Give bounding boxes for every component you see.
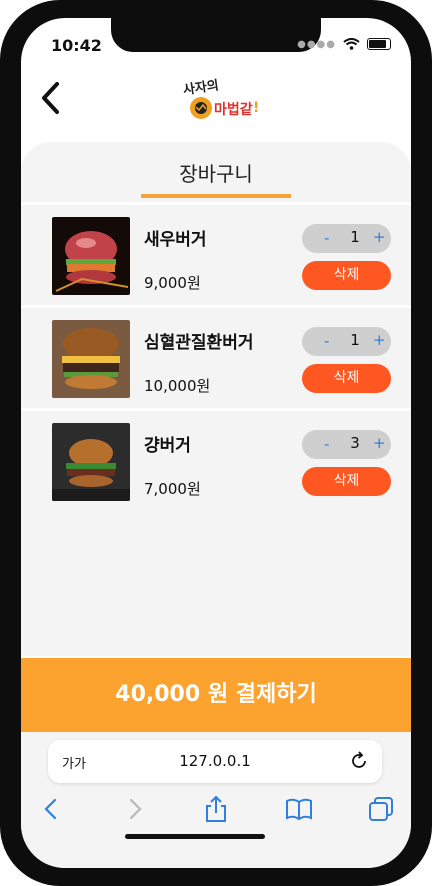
browser-bar: 가가 127.0.0.1: [21, 732, 411, 868]
wifi-icon: [343, 38, 360, 50]
item-name: 걍버거: [144, 436, 191, 456]
svg-text:마법같: 마법같: [214, 101, 253, 118]
back-icon[interactable]: [37, 794, 67, 824]
delete-button[interactable]: 삭제: [302, 261, 391, 290]
item-price: 7,000원: [144, 480, 201, 498]
decrease-button[interactable]: -: [324, 435, 329, 453]
delete-button[interactable]: 삭제: [302, 467, 391, 496]
increase-button[interactable]: +: [373, 434, 386, 452]
status-icons: ●●●●: [297, 38, 391, 50]
tabs-icon[interactable]: [366, 794, 396, 824]
phone-frame: 10:42 ●●●● 사자의 마법같 ! 장바구니 새우버거 9,000원 - …: [0, 0, 432, 886]
burger-image: [52, 320, 130, 398]
quantity-stepper: - 1 +: [302, 224, 391, 253]
item-price: 9,000원: [144, 274, 201, 292]
item-name: 심혈관질환버거: [144, 333, 254, 353]
bookmarks-icon[interactable]: [284, 794, 314, 824]
svg-text:사자의: 사자의: [182, 77, 220, 98]
battery-icon: [367, 38, 391, 50]
cart-list: 새우버거 9,000원 - 1 + 삭제 심혈관질환버거 10,000원 - 1…: [21, 202, 411, 511]
notch: [111, 18, 321, 52]
decrease-button[interactable]: -: [324, 332, 329, 350]
cart-item: 새우버거 9,000원 - 1 + 삭제: [21, 202, 411, 305]
quantity-value: 3: [350, 434, 360, 452]
delete-button[interactable]: 삭제: [302, 364, 391, 393]
quantity-stepper: - 1 +: [302, 327, 391, 356]
share-icon[interactable]: [201, 794, 231, 824]
signal-icon: ●●●●: [297, 38, 336, 50]
cart-item: 심혈관질환버거 10,000원 - 1 + 삭제: [21, 305, 411, 408]
quantity-value: 1: [350, 331, 360, 349]
svg-text:!: !: [253, 100, 259, 116]
cart-title-underline: [141, 194, 291, 198]
quantity-stepper: - 3 +: [302, 430, 391, 459]
decrease-button[interactable]: -: [324, 229, 329, 247]
burger-image: [52, 423, 130, 501]
increase-button[interactable]: +: [373, 228, 386, 246]
home-indicator: [125, 834, 265, 839]
item-price: 10,000원: [144, 377, 211, 395]
quantity-value: 1: [350, 228, 360, 246]
back-button[interactable]: [37, 80, 65, 116]
burger-image: [52, 217, 130, 295]
reload-icon[interactable]: [348, 750, 370, 772]
url-text: 127.0.0.1: [179, 752, 251, 770]
cart-title: 장바구니: [179, 162, 253, 186]
checkout-button[interactable]: 40,000 원 결제하기: [21, 658, 411, 732]
status-time: 10:42: [51, 36, 102, 55]
screen: 10:42 ●●●● 사자의 마법같 ! 장바구니 새우버거 9,000원 - …: [21, 18, 411, 868]
forward-icon[interactable]: [119, 794, 149, 824]
cart-item: 걍버거 7,000원 - 3 + 삭제: [21, 408, 411, 511]
item-name: 새우버거: [144, 230, 207, 250]
address-bar[interactable]: 가가 127.0.0.1: [48, 740, 382, 783]
increase-button[interactable]: +: [373, 331, 386, 349]
logo: 사자의 마법같 !: [182, 77, 259, 119]
